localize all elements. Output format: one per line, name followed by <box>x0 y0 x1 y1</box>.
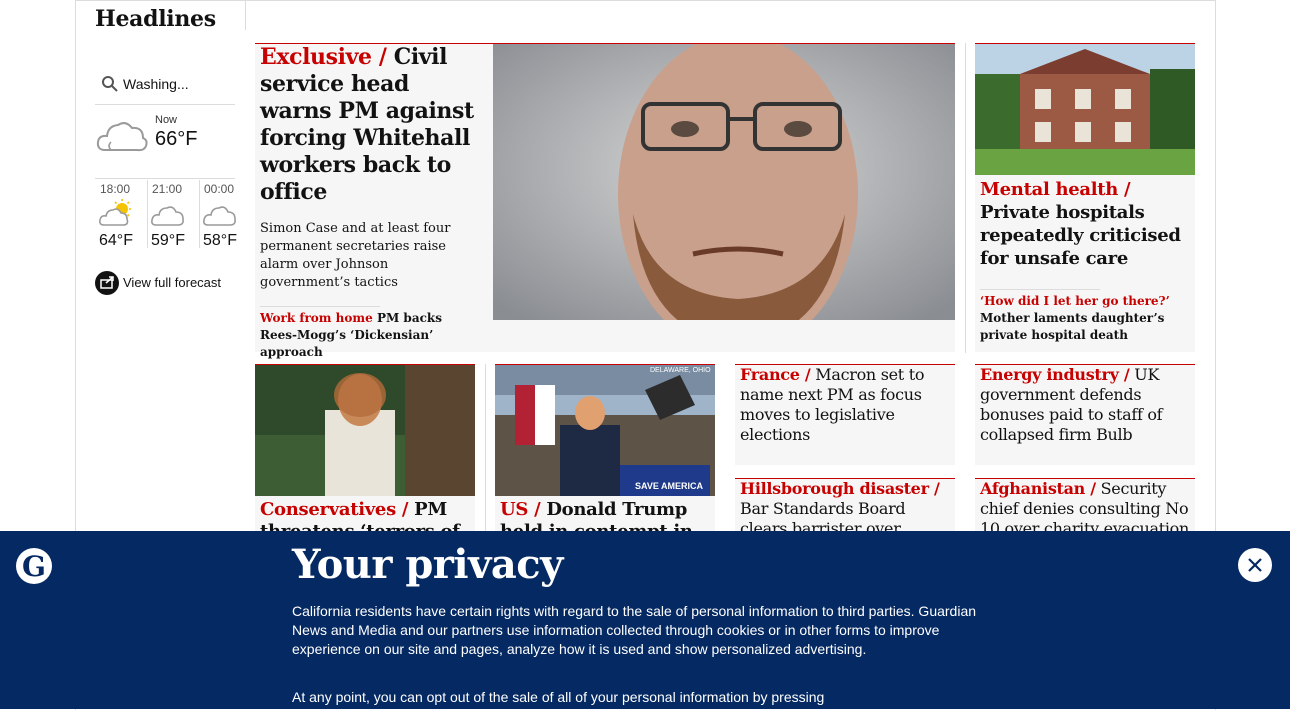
sublink[interactable]: ‘How did I let her go there?’ Mother lam… <box>980 293 1190 344</box>
weather-now: Now 66°F <box>95 110 235 179</box>
story-card[interactable]: Afghanistan / Security chief denies cons… <box>975 478 1195 539</box>
story-card[interactable]: SAVE AMERICA DELAWARE, OHIO US / Donald … <box>495 364 715 542</box>
forecast-item: 21:00 59°F <box>147 180 199 255</box>
forecast-icon <box>95 271 119 295</box>
weather-now-label: Now <box>155 114 178 126</box>
story-image[interactable] <box>975 44 1195 175</box>
image-sign: SAVE AMERICA <box>635 481 704 491</box>
search-icon <box>102 76 118 92</box>
cloud-icon <box>151 206 184 226</box>
forecast-item: 00:00 58°F <box>199 180 251 255</box>
story-trail: Simon Case and at least four permanent s… <box>260 221 451 290</box>
privacy-banner: G Your privacy California residents have… <box>0 531 1290 709</box>
forecast-time: 00:00 <box>204 182 235 196</box>
story-headline[interactable]: Private hospitals repeatedly criticised … <box>980 202 1181 269</box>
right-story-card[interactable]: Mental health / Private hospitals repeat… <box>975 43 1195 352</box>
main-story-card[interactable]: Exclusive / Civil service head warns PM … <box>255 43 955 359</box>
sublink-headline: Mother laments daughter’s private hospit… <box>980 311 1165 342</box>
forecast-temp: 64°F <box>99 232 133 249</box>
story-card[interactable]: Hillsborough disaster / Bar Standards Bo… <box>735 478 955 558</box>
forecast-temp: 59°F <box>151 232 185 249</box>
story-image[interactable] <box>255 365 475 496</box>
divider <box>245 0 246 30</box>
cloud-icon <box>96 122 148 152</box>
weather-location-search[interactable]: Washing... <box>95 70 235 105</box>
story-kicker: Afghanistan / <box>980 479 1096 498</box>
sublink-kicker: Work from home <box>260 311 373 325</box>
close-button[interactable] <box>1238 548 1272 582</box>
privacy-text: California residents have certain rights… <box>292 603 977 657</box>
story-kicker: Mental health / <box>980 179 1131 200</box>
cloud-icon <box>203 206 236 226</box>
divider <box>965 43 966 353</box>
story-image[interactable] <box>493 44 955 320</box>
story-kicker: France / <box>740 365 811 384</box>
story-kicker: Exclusive / <box>260 44 387 70</box>
forecast-time: 21:00 <box>152 182 183 196</box>
divider <box>485 364 486 534</box>
weather-now-temp: 66°F <box>155 128 198 150</box>
sublink[interactable]: Work from home PM backs Rees-Mogg’s ‘Dic… <box>260 310 480 361</box>
weather-location: Washing... <box>123 76 189 92</box>
sun-cloud-icon <box>99 199 131 226</box>
section-title: Headlines <box>95 6 216 32</box>
guardian-logo-icon: G <box>16 548 52 584</box>
forecast-time: 18:00 <box>100 182 131 196</box>
privacy-title: Your privacy <box>292 541 563 588</box>
story-kicker: Energy industry / <box>980 365 1130 384</box>
story-card[interactable]: Energy industry / UK government defends … <box>975 364 1195 465</box>
story-kicker: Conservatives / <box>260 499 409 520</box>
story-kicker: US / <box>500 499 541 520</box>
story-kicker: Hillsborough disaster / <box>740 479 940 498</box>
forecast-item: 18:00 64°F <box>95 180 147 255</box>
divider <box>980 289 1100 290</box>
close-icon <box>1248 558 1262 572</box>
forecast-temp: 58°F <box>203 232 237 249</box>
story-card[interactable]: France / Macron set to name next PM as f… <box>735 364 955 465</box>
image-banner: DELAWARE, OHIO <box>650 367 711 374</box>
privacy-text: At any point, you can opt out of the sal… <box>292 689 825 705</box>
divider <box>260 306 380 307</box>
story-image[interactable] <box>495 365 715 496</box>
view-full-forecast-label: View full forecast <box>123 275 222 290</box>
story-card[interactable]: Conservatives / PM threatens ‘terrors of <box>255 364 475 542</box>
sublink-kicker: ‘How did I let her go there?’ <box>980 294 1170 308</box>
